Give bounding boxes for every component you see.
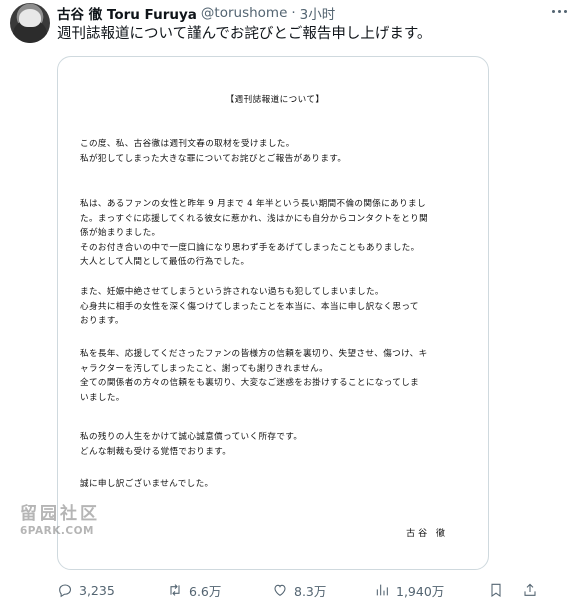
reply-button[interactable]: 3,235 — [57, 582, 142, 598]
attached-image[interactable]: 【週刊誌報道について】 この度、私、古谷徹は週刊文春の取材を受けました。 私が犯… — [57, 56, 489, 570]
share-icon — [524, 583, 536, 596]
letter-paragraph: 私の残りの人生をかけて誠心誠意償っていく所存です。 どんな制裁も受ける覚悟でおり… — [80, 432, 303, 457]
bookmark-button[interactable] — [488, 582, 504, 598]
letter-paragraph: 私を長年、応援してくださったファンの皆様方の信頼を裏切り、失望させ、傷つけ、キ … — [80, 349, 428, 403]
watermark: 留园社区 6PARK.COM — [20, 504, 100, 548]
author-name[interactable]: 古谷 徹 Toru Furuya — [57, 3, 197, 23]
letter-paragraph: 誠に申し訳ございませんでした。 — [80, 479, 214, 489]
letter-title: 【週刊誌報道について】 — [225, 95, 325, 105]
retweet-icon — [170, 584, 180, 596]
action-bar: 3,235 6.6万 8.3万 1,940万 — [57, 580, 573, 600]
heart-icon — [274, 584, 286, 596]
avatar[interactable] — [10, 3, 50, 43]
more-horizontal-icon[interactable] — [547, 4, 571, 18]
tweet-header: 古谷 徹 Toru Furuya @torushome · 3小时 — [57, 3, 543, 23]
retweet-button[interactable]: 6.6万 — [167, 581, 250, 600]
meta-separator: · — [291, 5, 296, 21]
tweet-text: 週刊誌報道について謹んでお詫びとご報告申し上げます。 — [57, 26, 432, 42]
bookmark-icon — [491, 583, 501, 598]
watermark-bottom: 6PARK.COM — [20, 525, 94, 537]
views-icon — [376, 584, 388, 596]
letter-paragraph: また、妊娠中絶させてしまうという許されない過ちも犯してしまいました。 心身共に相… — [80, 287, 419, 327]
views-count: 1,940万 — [396, 583, 445, 599]
watermark-top: 留园社区 — [20, 504, 100, 524]
author-handle[interactable]: @torushome — [201, 5, 287, 21]
apology-letter: 【週刊誌報道について】 この度、私、古谷徹は週刊文春の取材を受けました。 私が犯… — [80, 57, 470, 569]
like-count: 8.3万 — [294, 583, 327, 599]
letter-paragraph: 私は、あるファンの女性と昨年 9 月まで 4 年半という長い期間不倫の関係にあり… — [80, 199, 429, 268]
reply-icon — [59, 584, 72, 598]
like-button[interactable]: 8.3万 — [272, 581, 358, 600]
share-button[interactable] — [522, 582, 538, 598]
letter-paragraph: この度、私、古谷徹は週刊文春の取材を受けました。 私が犯してしまった大きな罪につ… — [80, 139, 347, 164]
reply-count: 3,235 — [79, 582, 115, 598]
tweet-time[interactable]: 3小时 — [300, 3, 336, 23]
views-button[interactable]: 1,940万 — [374, 581, 474, 600]
retweet-count: 6.6万 — [189, 583, 222, 599]
letter-signature: 古谷 徹 — [406, 529, 448, 539]
